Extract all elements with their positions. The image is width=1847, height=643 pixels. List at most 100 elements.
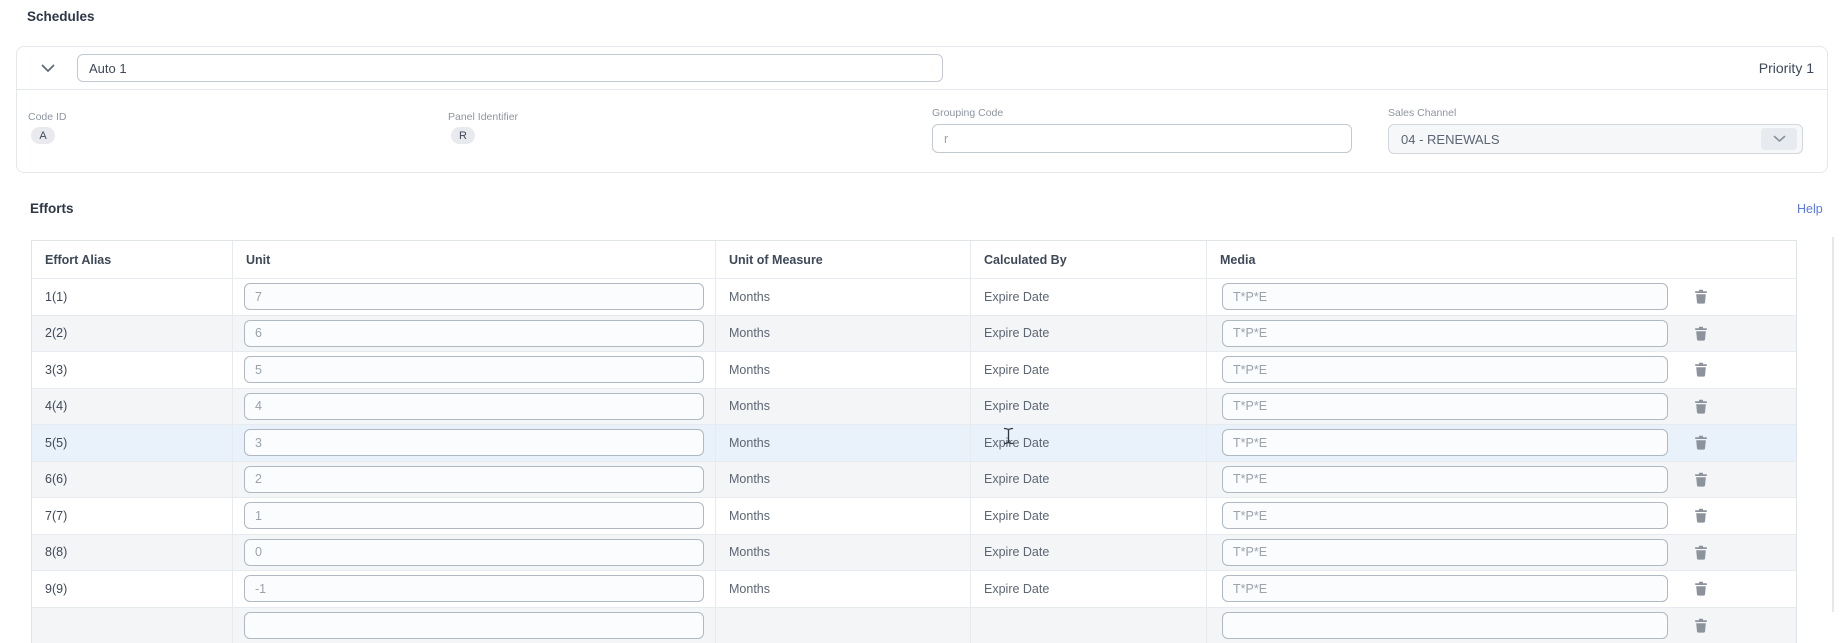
media-input[interactable]: T*P*E xyxy=(1222,393,1668,420)
trash-icon[interactable] xyxy=(1694,545,1708,560)
panel-identifier-badge: R xyxy=(451,127,475,144)
unit-cell: 5 xyxy=(232,352,715,388)
media-cell: T*P*E xyxy=(1206,316,1798,352)
panel-identifier-field: Panel Identifier R xyxy=(448,111,518,144)
media-input[interactable]: T*P*E xyxy=(1222,429,1668,456)
calculated-by-cell: Expire Date xyxy=(970,462,1206,498)
efforts-table-header: Effort Alias Unit Unit of Measure Calcul… xyxy=(32,241,1796,278)
unit-of-measure-cell: Months xyxy=(715,279,970,315)
media-cell: T*P*E xyxy=(1206,462,1798,498)
sales-channel-label: Sales Channel xyxy=(1388,107,1803,119)
chevron-down-icon xyxy=(41,64,55,73)
trash-icon[interactable] xyxy=(1694,508,1708,523)
unit-cell xyxy=(232,608,715,643)
unit-of-measure-value: Months xyxy=(729,399,770,413)
collapse-button[interactable] xyxy=(41,64,55,73)
unit-input[interactable]: 1 xyxy=(244,502,704,529)
unit-cell: 6 xyxy=(232,316,715,352)
unit-of-measure-value: Months xyxy=(729,545,770,559)
table-row: 8(8) 0 Months Expire Date T*P*E xyxy=(32,534,1796,571)
media-input[interactable]: T*P*E xyxy=(1222,320,1668,347)
effort-alias-value: 1(1) xyxy=(45,290,67,304)
code-id-badge: A xyxy=(31,127,55,144)
unit-of-measure-value: Months xyxy=(729,290,770,304)
trash-icon[interactable] xyxy=(1694,399,1708,414)
efforts-table: Effort Alias Unit Unit of Measure Calcul… xyxy=(31,240,1797,643)
media-cell: T*P*E xyxy=(1206,389,1798,425)
unit-cell: 3 xyxy=(232,425,715,461)
table-row: 6(6) 2 Months Expire Date T*P*E xyxy=(32,461,1796,498)
panel-identifier-label: Panel Identifier xyxy=(448,111,518,123)
media-cell: T*P*E xyxy=(1206,535,1798,571)
table-row: 4(4) 4 Months Expire Date T*P*E xyxy=(32,388,1796,425)
unit-of-measure-cell: Months xyxy=(715,462,970,498)
effort-alias-value: 7(7) xyxy=(45,509,67,523)
unit-input[interactable]: -1 xyxy=(244,575,704,602)
trash-icon[interactable] xyxy=(1694,362,1708,377)
unit-of-measure-cell: Months xyxy=(715,571,970,607)
unit-input[interactable]: 5 xyxy=(244,356,704,383)
effort-alias-cell: 1(1) xyxy=(32,279,232,315)
unit-input[interactable]: 3 xyxy=(244,429,704,456)
trash-icon[interactable] xyxy=(1694,472,1708,487)
unit-input[interactable]: 2 xyxy=(244,466,704,493)
unit-input[interactable] xyxy=(244,612,704,639)
calculated-by-cell: Expire Date xyxy=(970,352,1206,388)
media-input[interactable] xyxy=(1222,612,1668,639)
table-row: 2(2) 6 Months Expire Date T*P*E xyxy=(32,315,1796,352)
unit-input[interactable]: 0 xyxy=(244,539,704,566)
calculated-by-cell: Expire Date xyxy=(970,425,1206,461)
unit-input[interactable]: 4 xyxy=(244,393,704,420)
calculated-by-value: Expire Date xyxy=(984,582,1049,596)
page-title: Schedules xyxy=(27,9,95,24)
effort-alias-value: 2(2) xyxy=(45,326,67,340)
calculated-by-cell: Expire Date xyxy=(970,535,1206,571)
effort-alias-cell: 8(8) xyxy=(32,535,232,571)
media-cell xyxy=(1206,608,1798,643)
unit-of-measure-cell: Months xyxy=(715,535,970,571)
trash-icon[interactable] xyxy=(1694,289,1708,304)
unit-input[interactable]: 7 xyxy=(244,283,704,310)
effort-alias-value: 4(4) xyxy=(45,399,67,413)
trash-icon[interactable] xyxy=(1694,618,1708,633)
schedule-card-fields: Code ID A Panel Identifier R Grouping Co… xyxy=(17,90,1827,172)
help-link[interactable]: Help xyxy=(1797,202,1823,216)
priority-label: Priority 1 xyxy=(1759,60,1814,76)
media-input[interactable]: T*P*E xyxy=(1222,575,1668,602)
calculated-by-value: Expire Date xyxy=(984,472,1049,486)
media-input[interactable]: T*P*E xyxy=(1222,539,1668,566)
select-chevron-box xyxy=(1761,128,1797,150)
grouping-code-input[interactable]: r xyxy=(932,124,1352,153)
unit-cell: 4 xyxy=(232,389,715,425)
trash-icon[interactable] xyxy=(1694,581,1708,596)
unit-of-measure-cell: Months xyxy=(715,425,970,461)
scrollbar[interactable] xyxy=(1832,237,1834,612)
sales-channel-select[interactable]: 04 - RENEWALS xyxy=(1388,124,1803,154)
media-input[interactable]: T*P*E xyxy=(1222,502,1668,529)
grouping-code-field: Grouping Code r xyxy=(932,107,1352,153)
effort-alias-cell: 4(4) xyxy=(32,389,232,425)
trash-icon[interactable] xyxy=(1694,326,1708,341)
unit-of-measure-value: Months xyxy=(729,363,770,377)
media-input[interactable]: T*P*E xyxy=(1222,283,1668,310)
unit-cell: 0 xyxy=(232,535,715,571)
effort-alias-cell xyxy=(32,608,232,643)
media-input[interactable]: T*P*E xyxy=(1222,356,1668,383)
schedule-name-input[interactable]: Auto 1 xyxy=(77,54,943,82)
unit-input[interactable]: 6 xyxy=(244,320,704,347)
efforts-table-body: 1(1) 7 Months Expire Date T*P*E 2(2) 6 xyxy=(32,278,1796,643)
unit-of-measure-cell: Months xyxy=(715,352,970,388)
media-input[interactable]: T*P*E xyxy=(1222,466,1668,493)
unit-of-measure-value: Months xyxy=(729,326,770,340)
table-row: 5(5) 3 Months Expire Date T*P*E xyxy=(32,424,1796,461)
unit-cell: 7 xyxy=(232,279,715,315)
grouping-code-label: Grouping Code xyxy=(932,107,1352,119)
effort-alias-cell: 5(5) xyxy=(32,425,232,461)
effort-alias-cell: 9(9) xyxy=(32,571,232,607)
calculated-by-cell: Expire Date xyxy=(970,316,1206,352)
effort-alias-cell: 6(6) xyxy=(32,462,232,498)
chevron-down-icon xyxy=(1773,135,1786,143)
trash-icon[interactable] xyxy=(1694,435,1708,450)
media-cell: T*P*E xyxy=(1206,498,1798,534)
sales-channel-value: 04 - RENEWALS xyxy=(1401,132,1500,147)
